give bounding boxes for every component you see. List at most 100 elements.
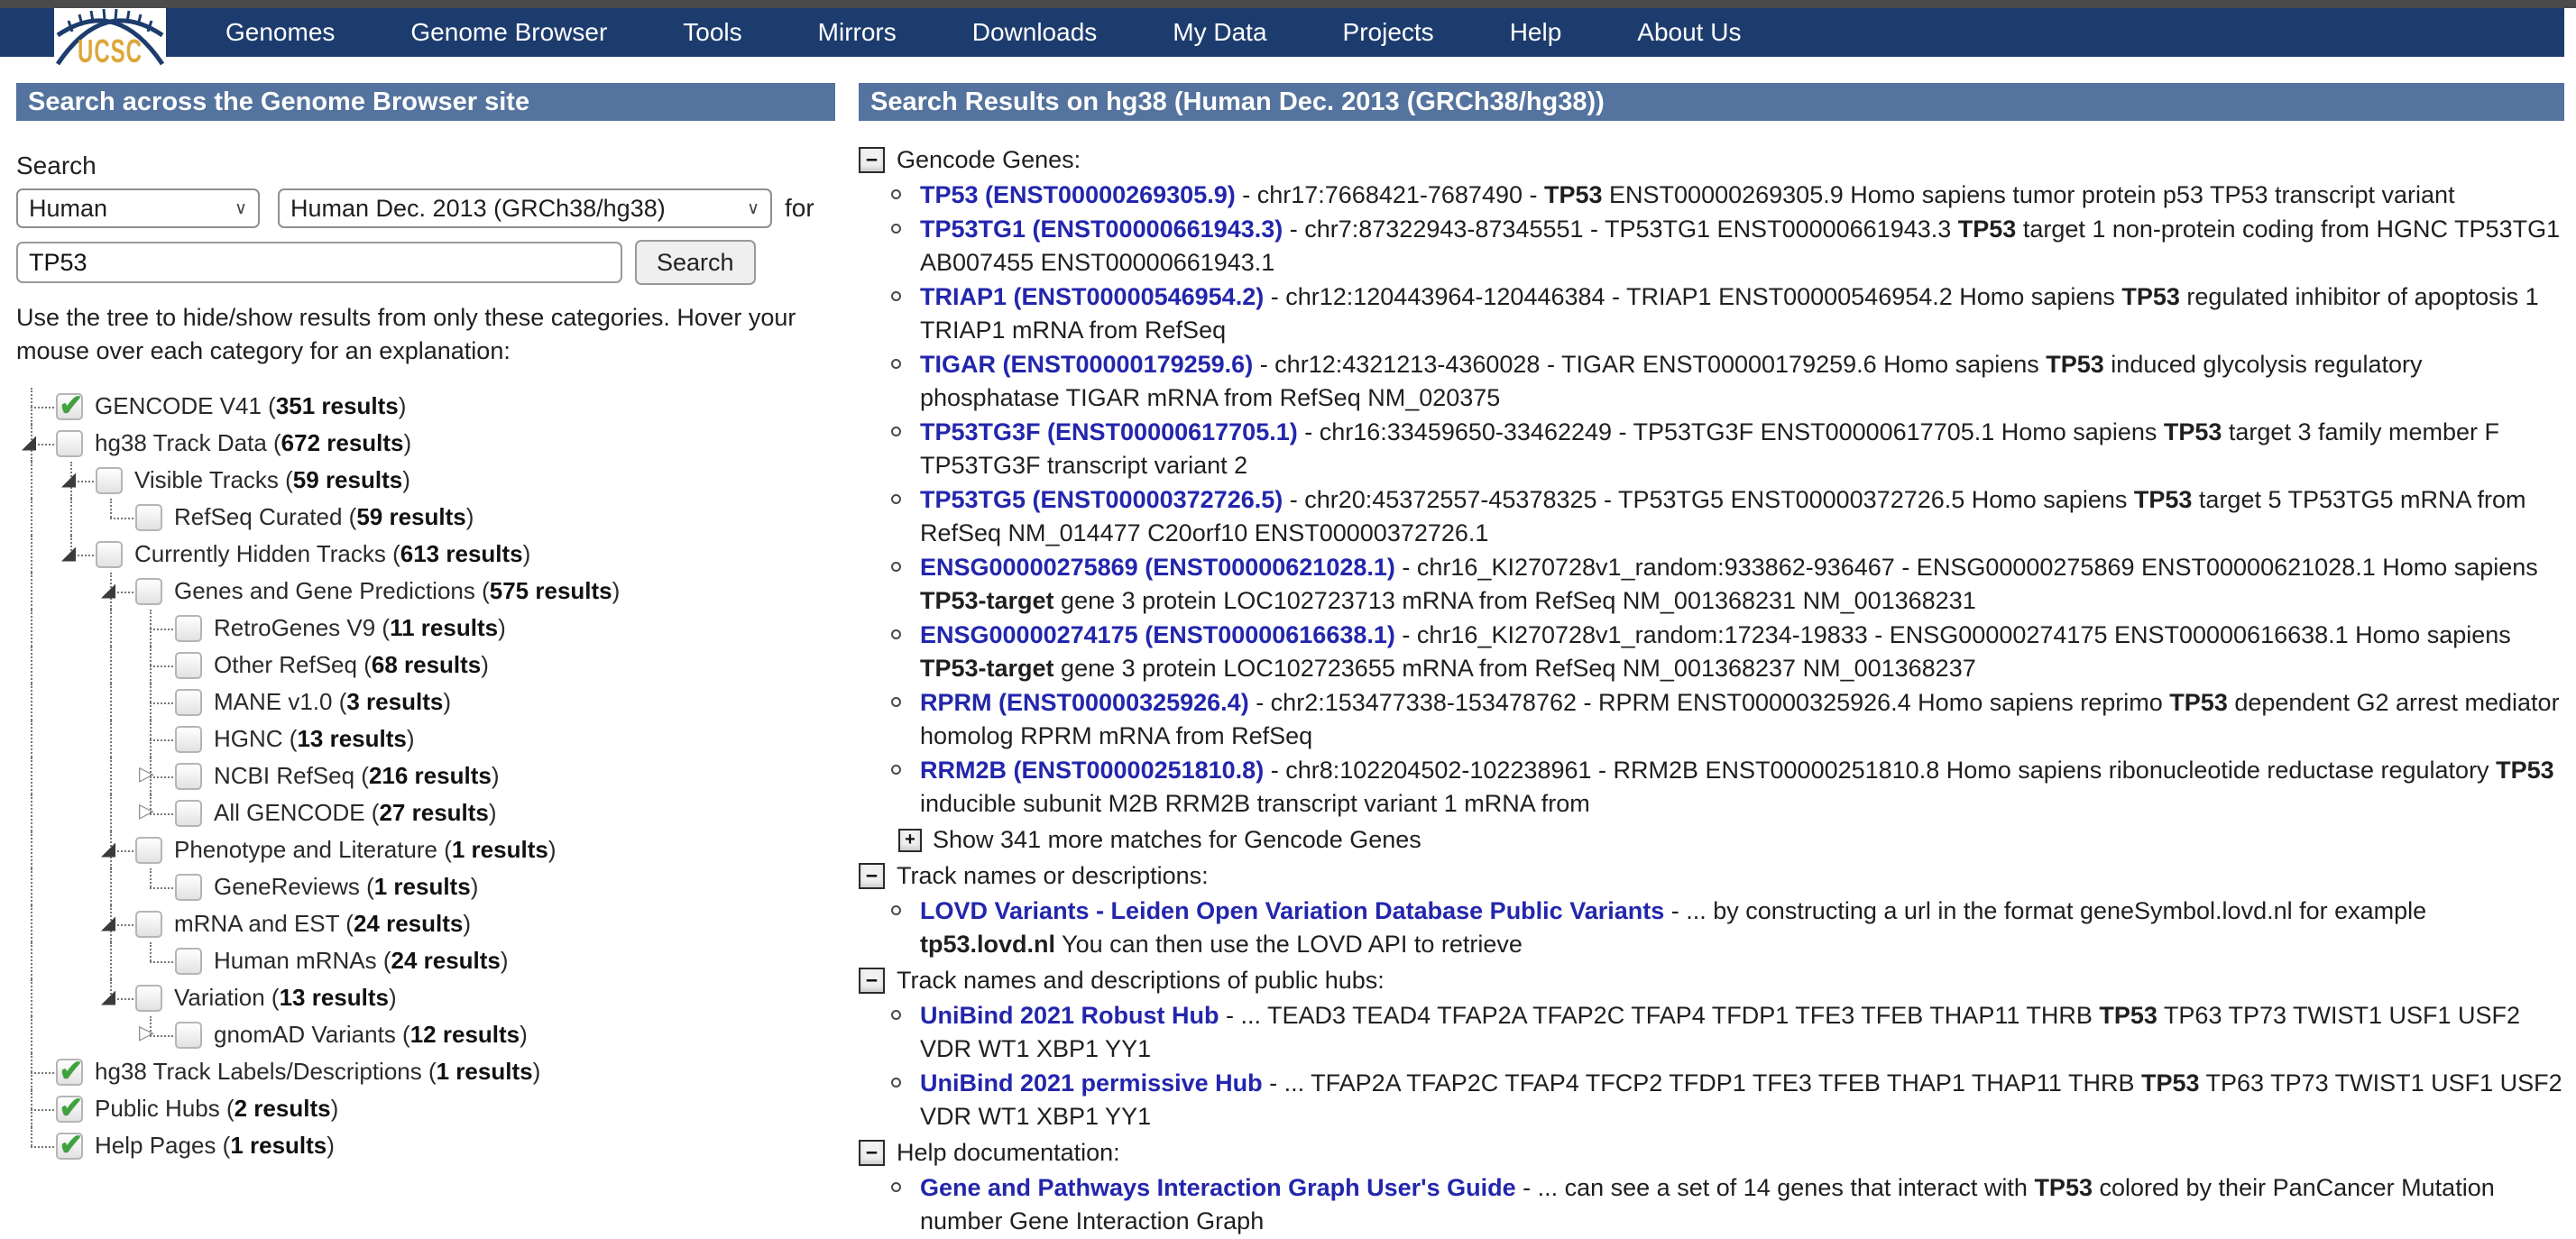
tree-connector <box>16 1053 56 1090</box>
collapse-arrow-icon[interactable] <box>61 546 76 562</box>
collapse-section-button[interactable]: − <box>859 968 885 994</box>
tree-checkbox[interactable] <box>135 836 162 864</box>
result-link[interactable]: TRIAP1 (ENST00000546954.2) <box>920 283 1264 310</box>
tree-checkbox[interactable] <box>56 429 83 457</box>
tree-connector <box>16 1127 56 1164</box>
tree-checkbox[interactable]: ✔ <box>56 1053 84 1087</box>
result-text-bold: TP53 <box>2163 418 2222 445</box>
nav-item-downloads[interactable]: Downloads <box>972 18 1098 47</box>
tree-connector: ▷ <box>135 1016 175 1053</box>
nav-item-my-data[interactable]: My Data <box>1173 18 1266 47</box>
tree-connector <box>96 905 135 942</box>
nav-item-projects[interactable]: Projects <box>1343 18 1434 47</box>
expand-arrow-icon[interactable]: ▷ <box>139 1021 154 1044</box>
collapse-arrow-icon[interactable] <box>101 916 115 932</box>
tree-item-visible-tracks: Visible Tracks (59 results) <box>16 462 835 499</box>
nav-item-genomes[interactable]: Genomes <box>225 18 335 47</box>
tree-checkbox[interactable] <box>175 614 202 642</box>
result-link[interactable]: ENSG00000275869 (ENST00000621028.1) <box>920 554 1395 581</box>
result-text: - chr20:45372557-45378325 - TP53TG5 ENST… <box>1283 486 2134 513</box>
result-item: RRM2B (ENST00000251810.8) - chr8:1022045… <box>859 754 2564 821</box>
tree-connector <box>96 573 135 610</box>
nav-item-help[interactable]: Help <box>1510 18 1562 47</box>
tree-checkbox[interactable]: ✔ <box>56 388 84 421</box>
result-link[interactable]: ENSG00000274175 (ENST00000616638.1) <box>920 621 1395 648</box>
collapse-arrow-icon[interactable] <box>101 842 115 858</box>
result-link[interactable]: TP53 (ENST00000269305.9) <box>920 181 1236 208</box>
ucsc-logo[interactable]: UCSC <box>54 8 166 68</box>
result-text-bold: TP53 <box>2133 486 2193 513</box>
assembly-select[interactable]: Human Dec. 2013 (GRCh38/hg38) ∨ <box>278 188 772 228</box>
tree-item-hgnc: HGNC (13 results) <box>16 720 835 757</box>
tree-checkbox[interactable] <box>175 762 202 790</box>
collapse-section-button[interactable]: − <box>859 863 885 889</box>
show-more-label[interactable]: Show 341 more matches for Gencode Genes <box>933 823 1421 857</box>
tree-item-phenotype-and-literature: Phenotype and Literature (1 results) <box>16 831 835 868</box>
section-title: Track names or descriptions: <box>897 862 1209 889</box>
show-more-row: + Show 341 more matches for Gencode Genes <box>859 823 2564 857</box>
result-link[interactable]: TP53TG5 (ENST00000372726.5) <box>920 486 1283 513</box>
result-link[interactable]: UniBind 2021 permissive Hub <box>920 1069 1263 1097</box>
expand-arrow-icon[interactable]: ▷ <box>139 762 154 785</box>
result-text: - ... can see a set of 14 genes that int… <box>1515 1174 2035 1201</box>
search-input[interactable] <box>16 242 622 283</box>
result-text: - chr8:102204502-102238961 - RRM2B ENST0… <box>1264 757 2497 784</box>
bullet-icon <box>891 224 901 234</box>
result-link[interactable]: LOVD Variants - Leiden Open Variation Da… <box>920 897 1664 924</box>
collapse-arrow-icon[interactable] <box>61 473 76 488</box>
tree-checkbox[interactable] <box>175 725 202 753</box>
result-link[interactable]: UniBind 2021 Robust Hub <box>920 1002 1219 1029</box>
nav-item-tools[interactable]: Tools <box>683 18 741 47</box>
tree-checkbox[interactable] <box>135 910 162 938</box>
result-link[interactable]: TP53TG1 (ENST00000661943.3) <box>920 216 1283 243</box>
bullet-icon <box>891 629 901 639</box>
expand-arrow-icon[interactable]: ▷ <box>139 799 154 822</box>
result-text: - ... TFAP2A TFAP2C TFAP4 TFCP2 TFDP1 TF… <box>1262 1069 2141 1097</box>
tree-item-label: GENCODE V41 (351 results) <box>95 392 407 419</box>
tree-checkbox[interactable] <box>96 540 123 568</box>
tree-connector <box>135 610 175 647</box>
tree-item-label: RefSeq Curated (59 results) <box>174 503 474 530</box>
tree-checkbox[interactable] <box>175 947 202 975</box>
tree-item-label: Visible Tracks (59 results) <box>134 466 410 493</box>
tree-checkbox[interactable]: ✔ <box>56 1127 84 1161</box>
tree-checkbox[interactable] <box>175 688 202 716</box>
result-link[interactable]: RPRM (ENST00000325926.4) <box>920 689 1249 716</box>
result-link[interactable]: TIGAR (ENST00000179259.6) <box>920 351 1253 378</box>
nav-item-about-us[interactable]: About Us <box>1637 18 1741 47</box>
for-label: for <box>785 194 814 222</box>
tree-checkbox[interactable] <box>175 1021 202 1049</box>
collapse-arrow-icon[interactable] <box>22 436 36 451</box>
tree-item-mrna-and-est: mRNA and EST (24 results) <box>16 905 835 942</box>
tree-checkbox[interactable] <box>96 466 123 494</box>
collapse-section-button[interactable]: − <box>859 1140 885 1166</box>
tree-checkbox[interactable] <box>175 651 202 679</box>
checkmark-icon: ✔ <box>59 1126 84 1161</box>
result-link[interactable]: TP53TG3F (ENST00000617705.1) <box>920 418 1298 445</box>
checkmark-icon: ✔ <box>59 1052 84 1087</box>
tree-checkbox[interactable]: ✔ <box>56 1090 84 1124</box>
tree-connector <box>96 979 135 1016</box>
result-text: - chr12:120443964-120446384 - TRIAP1 ENS… <box>1264 283 2122 310</box>
checkmark-icon: ✔ <box>59 1089 84 1124</box>
right-panel-header: Search Results on hg38 (Human Dec. 2013 … <box>859 83 2564 121</box>
tree-item-hg38-track-data: hg38 Track Data (672 results) <box>16 425 835 462</box>
tree-checkbox[interactable] <box>175 873 202 901</box>
nav-item-mirrors[interactable]: Mirrors <box>818 18 897 47</box>
result-link[interactable]: Gene and Pathways Interaction Graph User… <box>920 1174 1516 1201</box>
species-select[interactable]: Human ∨ <box>16 188 260 228</box>
collapse-arrow-icon[interactable] <box>101 583 115 599</box>
search-button[interactable]: Search <box>635 240 756 285</box>
result-link[interactable]: RRM2B (ENST00000251810.8) <box>920 757 1264 784</box>
nav-item-genome-browser[interactable]: Genome Browser <box>410 18 607 47</box>
tree-checkbox[interactable] <box>175 799 202 827</box>
collapse-section-button[interactable]: − <box>859 147 885 173</box>
page-content: Search across the Genome Browser site Se… <box>0 83 2576 1239</box>
bullet-icon <box>891 1078 901 1088</box>
result-text: - ... TEAD3 TEAD4 TFAP2A TFAP2C TFAP4 TF… <box>1219 1002 2100 1029</box>
tree-checkbox[interactable] <box>135 503 162 531</box>
expand-more-button[interactable]: + <box>898 828 922 852</box>
tree-checkbox[interactable] <box>135 984 162 1012</box>
tree-checkbox[interactable] <box>135 577 162 605</box>
collapse-arrow-icon[interactable] <box>101 990 115 1005</box>
